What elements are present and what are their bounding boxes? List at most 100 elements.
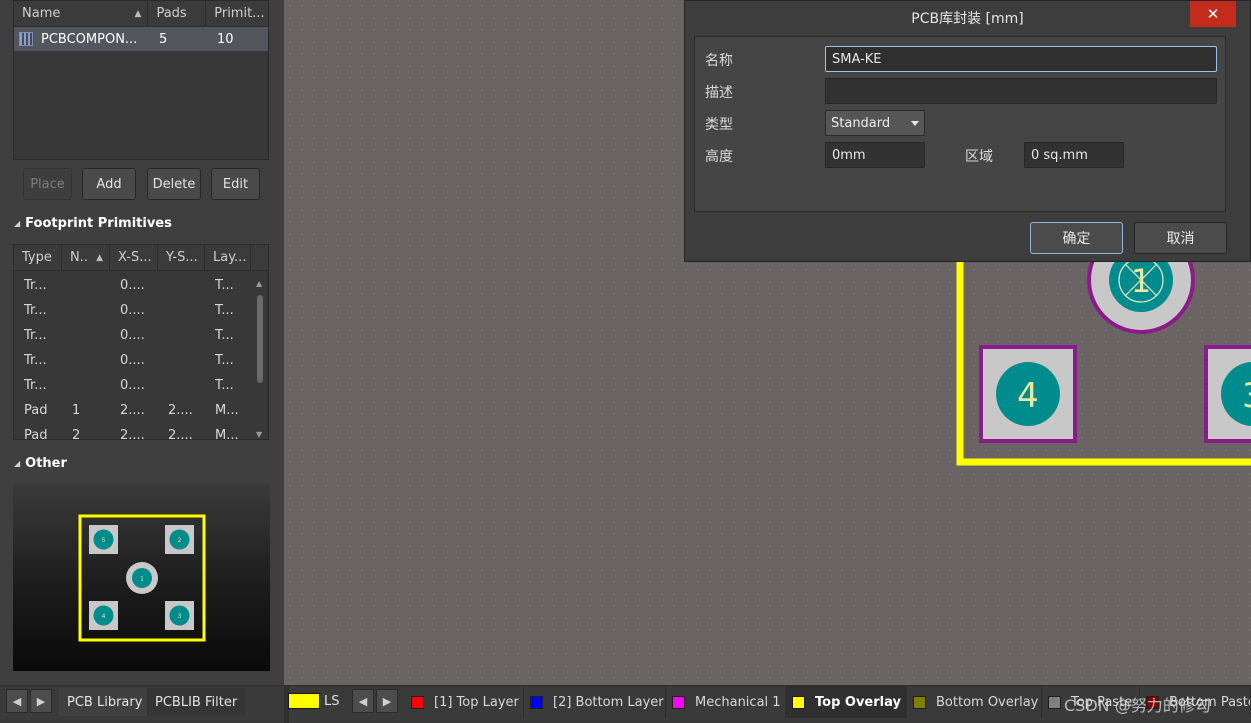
column-header-name[interactable]: Name ▲ xyxy=(14,1,149,26)
preview-pad-3-label: 3 xyxy=(178,613,182,620)
column-header-layer[interactable]: Lay... xyxy=(205,245,251,270)
layer-prev-icon[interactable]: ◀ xyxy=(352,689,374,713)
layer-tab-label: Top Overlay xyxy=(815,694,901,710)
add-button[interactable]: Add xyxy=(82,168,136,200)
column-header-primitives-label: Primit... xyxy=(214,6,265,21)
column-header-x-size[interactable]: X-S... xyxy=(110,245,158,270)
primitive-cell: T... xyxy=(215,303,234,318)
pcb-pad-4-label: 4 xyxy=(1017,376,1039,416)
column-header-number[interactable]: N.. ▲ xyxy=(62,245,110,270)
watermark: CSDN @努力的修勾 xyxy=(1064,696,1211,715)
tab-pcb-library[interactable]: PCB Library xyxy=(59,688,151,716)
component-name: PCBCOMPON... xyxy=(41,31,138,47)
column-header-layer-label: Lay... xyxy=(213,250,247,265)
primitive-row[interactable]: Tr... 0.... T... xyxy=(14,373,268,398)
component-list-header: Name ▲ Pads Primit... xyxy=(14,1,268,27)
primitive-cell: 0.... xyxy=(120,328,145,343)
pcb-pad-1-label: 1 xyxy=(1131,262,1151,300)
chevron-down-icon xyxy=(911,121,919,126)
layer-color-swatch xyxy=(913,695,926,709)
primitive-cell: Tr... xyxy=(24,353,47,368)
current-layer-swatch[interactable] xyxy=(288,693,320,709)
description-input[interactable] xyxy=(825,78,1217,104)
primitive-row[interactable]: Pad 1 2.... 2.... M... xyxy=(14,398,268,423)
primitive-cell: 2 xyxy=(72,428,81,440)
primitive-cell: 2.... xyxy=(120,403,145,418)
name-label: 名称 xyxy=(705,53,733,69)
primitives-scrollbar[interactable]: ▲ ▼ xyxy=(254,279,266,439)
primitive-cell: Pad xyxy=(24,428,48,440)
preview-pad-5-label: 5 xyxy=(102,537,106,544)
preview-pad-1-label: 1 xyxy=(140,576,144,583)
column-header-number-label: N.. xyxy=(70,250,88,265)
component-row[interactable]: PCBCOMPON... 5 10 xyxy=(14,27,268,51)
primitive-cell: T... xyxy=(215,278,234,293)
layer-color-swatch xyxy=(1048,695,1061,709)
area-label: 区域 xyxy=(965,149,993,165)
layer-set-label[interactable]: LS xyxy=(324,694,340,709)
close-button[interactable]: ✕ xyxy=(1190,1,1236,27)
column-header-x-size-label: X-S... xyxy=(118,250,152,265)
layer-next-icon[interactable]: ▶ xyxy=(376,689,398,713)
collapse-triangle-icon: ◢ xyxy=(14,459,21,468)
primitive-row[interactable]: Pad 2 2.... 2.... M... xyxy=(14,423,268,440)
layer-tab[interactable]: Bottom Overlay xyxy=(907,686,1042,718)
column-header-pads[interactable]: Pads xyxy=(148,1,207,26)
primitive-cell: T... xyxy=(215,328,234,343)
layer-tab[interactable]: [1] Top Layer xyxy=(405,686,524,718)
panel-prev-icon[interactable]: ◀ xyxy=(6,689,28,713)
primitive-row[interactable]: Tr... 0.... T... xyxy=(14,323,268,348)
primitive-row[interactable]: Tr... 0.... T... xyxy=(14,348,268,373)
layer-tab-label: [2] Bottom Layer xyxy=(553,694,664,710)
primitives-rows: Tr... 0.... T... Tr... 0.... T... Tr... 0.... T.… xyxy=(14,271,268,440)
other-section-header[interactable]: ◢ Other xyxy=(14,456,67,471)
panel-next-icon[interactable]: ▶ xyxy=(30,689,52,713)
primitive-row[interactable]: Tr... 0.... T... xyxy=(14,273,268,298)
footprint-preview: 5 2 1 4 3 xyxy=(13,484,270,671)
tab-pcblib-filter[interactable]: PCBLIB Filter xyxy=(147,688,246,716)
primitive-cell: Tr... xyxy=(24,328,47,343)
delete-button[interactable]: Delete xyxy=(147,168,201,200)
component-list: Name ▲ Pads Primit... PCBCOMPON... 5 10 xyxy=(13,0,269,160)
column-header-pads-label: Pads xyxy=(156,6,187,21)
name-input[interactable]: SMA-KE xyxy=(825,46,1217,72)
primitive-cell: M... xyxy=(215,403,239,418)
layer-tab[interactable]: Top Overlay xyxy=(786,686,907,718)
dialog-title: PCB库封装 [mm] xyxy=(911,11,1024,27)
column-header-type[interactable]: Type xyxy=(14,245,62,270)
column-header-primitives[interactable]: Primit... xyxy=(206,1,268,26)
primitive-cell: 1 xyxy=(72,403,81,418)
layer-color-swatch xyxy=(530,695,543,709)
primitive-cell: 0.... xyxy=(120,378,145,393)
height-input[interactable]: 0mm xyxy=(825,142,925,168)
scroll-up-icon[interactable]: ▲ xyxy=(256,279,262,288)
height-label: 高度 xyxy=(705,149,733,165)
primitives-header: Type N.. ▲ X-S... Y-S... Lay... xyxy=(14,245,268,271)
area-value: 0 sq.mm xyxy=(1024,142,1124,168)
pcb-pad-3-label: 3 xyxy=(1242,376,1251,416)
layer-color-swatch xyxy=(672,695,685,709)
layer-tab-label: Mechanical 1 xyxy=(695,694,781,710)
layer-tab[interactable]: [2] Bottom Layer xyxy=(524,686,666,718)
column-header-y-size[interactable]: Y-S... xyxy=(158,245,205,270)
footprint-primitives-header[interactable]: ◢ Footprint Primitives xyxy=(14,216,172,231)
dialog-body: 名称 SMA-KE 描述 类型 Standard 高度 0mm 区域 0 sq.… xyxy=(694,36,1226,212)
scrollbar-thumb[interactable] xyxy=(257,295,263,383)
place-button[interactable]: Place xyxy=(23,168,72,200)
cancel-button[interactable]: 取消 xyxy=(1134,222,1227,254)
primitive-cell: M... xyxy=(215,428,239,440)
type-select[interactable]: Standard xyxy=(825,110,925,136)
ok-button[interactable]: 确定 xyxy=(1030,222,1123,254)
description-label: 描述 xyxy=(705,85,733,101)
primitive-row[interactable]: Tr... 0.... T... xyxy=(14,298,268,323)
layer-color-swatch xyxy=(792,695,805,709)
layer-color-swatch xyxy=(411,695,424,709)
collapse-triangle-icon: ◢ xyxy=(14,219,21,228)
edit-button[interactable]: Edit xyxy=(211,168,260,200)
preview-pad-2-label: 2 xyxy=(178,537,182,544)
sort-ascending-icon: ▲ xyxy=(134,8,142,19)
layer-tab[interactable]: Mechanical 1 xyxy=(666,686,786,718)
primitive-cell: Tr... xyxy=(24,303,47,318)
primitive-cell: T... xyxy=(215,353,234,368)
scroll-down-icon[interactable]: ▼ xyxy=(256,430,262,439)
